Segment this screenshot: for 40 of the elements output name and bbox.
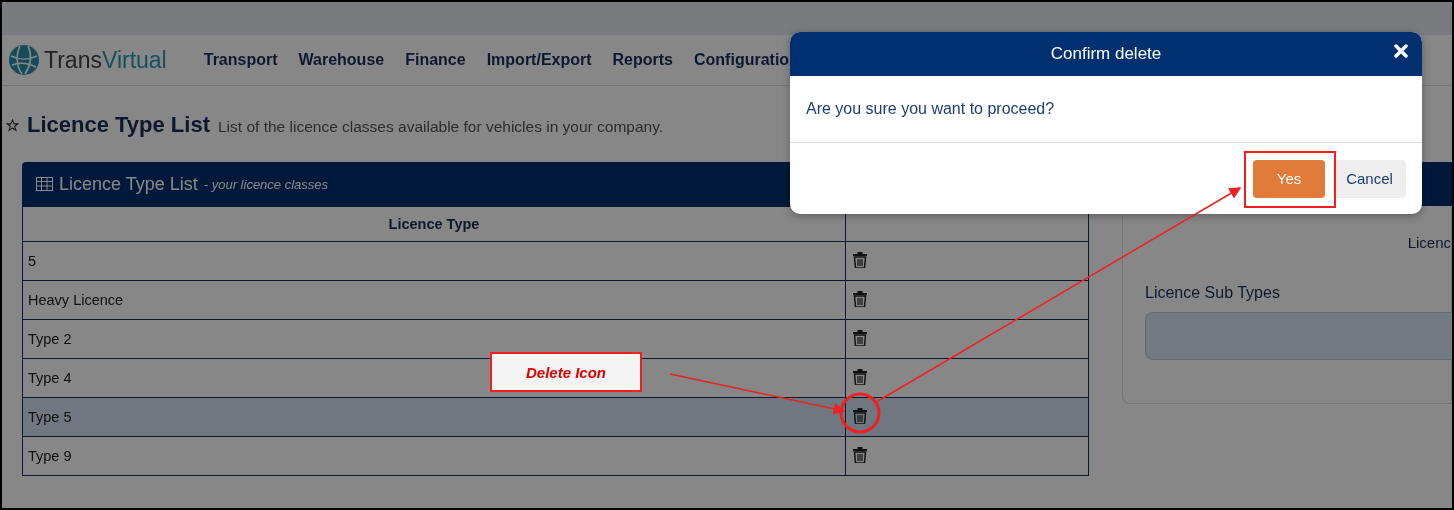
table-cell: Type 5 xyxy=(22,397,846,437)
panel-title: Licence Type List xyxy=(59,173,198,195)
table-cell: Type 9 xyxy=(22,436,846,476)
nav-link[interactable]: Warehouse xyxy=(298,51,385,69)
table-icon xyxy=(36,177,53,191)
highlight-circle xyxy=(839,392,881,434)
table-row[interactable]: Heavy Licence xyxy=(22,280,1089,320)
dialog-title: Confirm delete xyxy=(1050,44,1162,64)
table-row[interactable]: Type 9 xyxy=(22,436,1089,476)
cancel-button[interactable]: Cancel xyxy=(1333,159,1406,198)
trash-icon[interactable] xyxy=(853,290,867,307)
nav-link[interactable]: Finance xyxy=(405,51,466,69)
field-label: Licence Sub Types xyxy=(1145,284,1281,302)
trash-icon[interactable] xyxy=(853,329,867,346)
globe-logo-icon xyxy=(8,44,40,76)
nav-link[interactable]: Import/Export xyxy=(486,51,592,69)
nav-link[interactable]: Configuratio xyxy=(694,51,790,69)
panel-subtitle: - your licence classes xyxy=(203,176,329,192)
table-cell: Heavy Licence xyxy=(22,280,846,320)
trash-icon[interactable] xyxy=(853,251,867,268)
trash-icon[interactable] xyxy=(853,407,867,424)
logo-wordmark: TransVirtual xyxy=(44,46,167,74)
star-icon[interactable] xyxy=(6,119,19,132)
table-row[interactable]: 5 xyxy=(22,241,1089,281)
field-label: Licenc xyxy=(1407,234,1451,251)
table-cell: 5 xyxy=(22,241,846,281)
nav-link[interactable]: Reports xyxy=(612,51,673,69)
table-row[interactable]: Type 2 xyxy=(22,319,1089,359)
page-subtitle: List of the licence classes available for vehicles in your company. xyxy=(218,118,664,136)
dialog-message: Are you sure you want to proceed? xyxy=(790,76,1422,143)
page-title: Licence Type List xyxy=(27,112,210,138)
trash-icon[interactable] xyxy=(853,446,867,463)
annotation-label: Delete Icon xyxy=(490,352,642,392)
input-field[interactable] xyxy=(1145,312,1451,360)
nav-link[interactable]: Transport xyxy=(203,51,278,69)
trash-icon[interactable] xyxy=(853,368,867,385)
close-button[interactable] xyxy=(1394,44,1408,58)
table-row[interactable]: Type 5 xyxy=(22,397,1089,437)
yes-button[interactable]: Yes xyxy=(1253,159,1325,198)
column-header: Licence Type xyxy=(22,206,846,242)
